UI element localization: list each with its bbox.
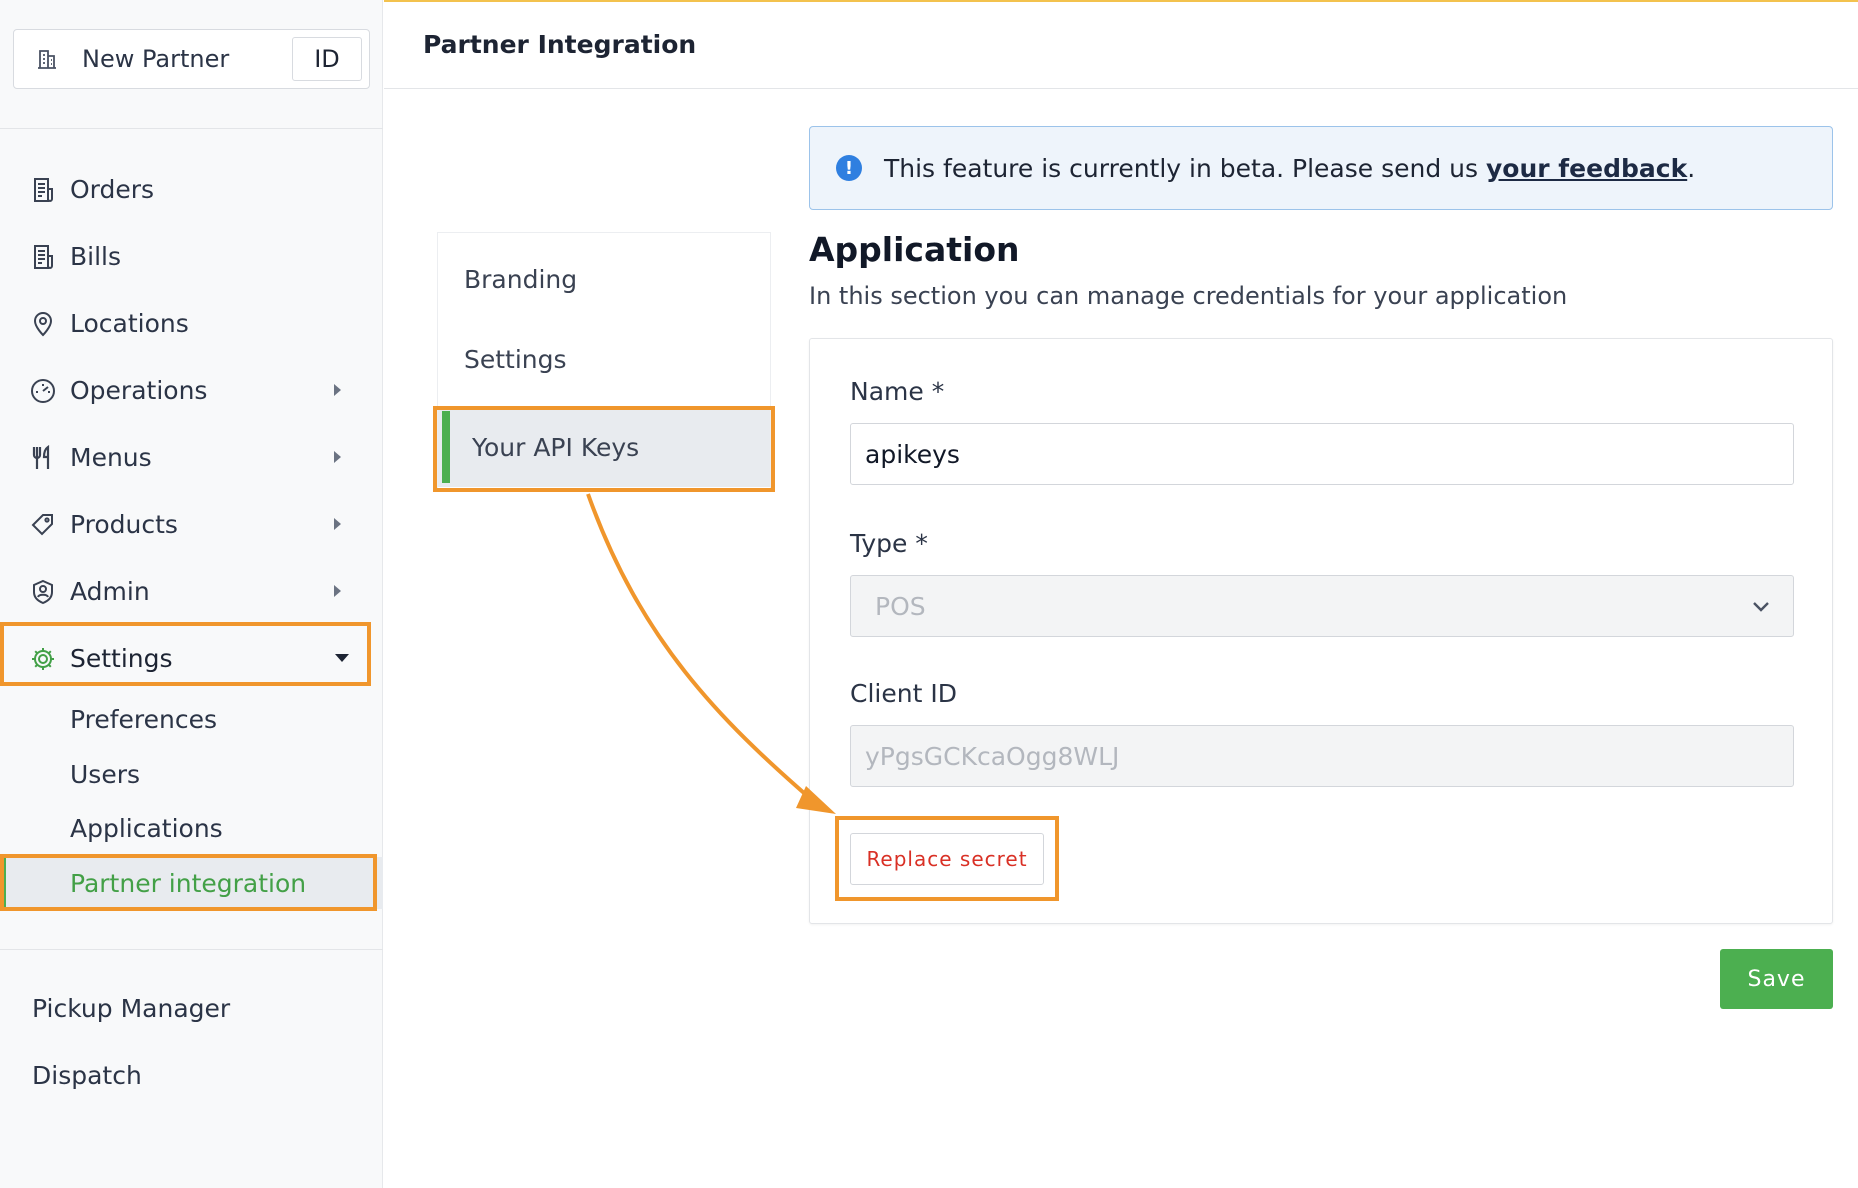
sidebar-item-operations[interactable]: Operations	[0, 357, 383, 423]
tab-label: Settings	[464, 344, 567, 374]
sidebar-item-label: Products	[70, 509, 178, 539]
sidebar-subitem-label: Preferences	[70, 704, 218, 734]
sidebar-item-dispatch[interactable]: Dispatch	[32, 1061, 142, 1090]
sidebar-item-menus[interactable]: Menus	[0, 424, 383, 490]
beta-message: This feature is currently in beta. Pleas…	[884, 154, 1695, 183]
store-code-badge: ID	[292, 37, 362, 81]
sidebar-subitem-users[interactable]: Users	[0, 748, 383, 800]
chevron-right-icon	[334, 585, 341, 597]
sidebar-item-label: Orders	[70, 174, 155, 204]
tab-label: Your API Keys	[472, 432, 640, 462]
sidebar-item-settings[interactable]: Settings	[0, 625, 383, 691]
type-label: Type *	[850, 529, 928, 558]
sidebar-item-label: Menus	[70, 442, 152, 472]
page-title: Partner Integration	[423, 30, 697, 59]
section-description: In this section you can manage credentia…	[809, 282, 1568, 310]
active-indicator	[442, 411, 450, 483]
store-switcher[interactable]: New Partner ID	[13, 29, 370, 89]
replace-secret-button[interactable]: Replace secret	[850, 833, 1044, 885]
tab-label: Branding	[464, 264, 578, 294]
sidebar-divider	[0, 949, 383, 950]
top-header: Partner Integration	[384, 0, 1858, 89]
section-title: Application	[809, 230, 1020, 269]
shield-user-icon	[30, 579, 56, 605]
tab-settings[interactable]: Settings	[438, 319, 770, 399]
beta-notice: ! This feature is currently in beta. Ple…	[809, 126, 1833, 210]
sidebar-item-bills[interactable]: Bills	[0, 223, 383, 289]
chevron-right-icon	[334, 384, 341, 396]
sidebar-item-label: Locations	[70, 308, 189, 338]
fork-knife-icon	[30, 445, 56, 471]
beta-suffix: .	[1687, 153, 1696, 183]
sidebar: New Partner ID Orders Bills Locations Op…	[0, 0, 383, 1188]
sidebar-item-admin[interactable]: Admin	[0, 558, 383, 624]
gauge-icon	[30, 378, 56, 404]
store-name: New Partner	[82, 45, 230, 73]
tag-icon	[30, 512, 56, 538]
sidebar-item-label: Admin	[70, 576, 150, 606]
sidebar-divider	[0, 128, 383, 129]
client-id-label: Client ID	[850, 679, 957, 708]
name-label: Name *	[850, 377, 945, 406]
receipt-icon	[30, 177, 56, 203]
save-button[interactable]: Save	[1720, 949, 1833, 1009]
sidebar-subitem-label: Users	[70, 759, 141, 789]
receipt-icon	[30, 244, 56, 270]
tab-your-api-keys[interactable]: Your API Keys	[438, 407, 770, 487]
type-select-value: POS	[875, 591, 926, 621]
sidebar-item-label: Bills	[70, 241, 122, 271]
sidebar-subitem-label: Applications	[70, 813, 223, 843]
chevron-right-icon	[334, 518, 341, 530]
beta-text: This feature is currently in beta. Pleas…	[884, 153, 1486, 183]
sidebar-item-label: Settings	[70, 643, 173, 673]
sidebar-subitem-preferences[interactable]: Preferences	[0, 693, 383, 745]
sidebar-item-label: Operations	[70, 375, 208, 405]
sidebar-subitem-label: Partner integration	[70, 868, 307, 898]
sidebar-subitem-applications[interactable]: Applications	[0, 802, 383, 854]
type-select[interactable]: POS	[850, 575, 1794, 637]
location-pin-icon	[30, 311, 56, 337]
info-icon: !	[836, 155, 862, 181]
name-input[interactable]	[850, 423, 1794, 485]
sidebar-item-locations[interactable]: Locations	[0, 290, 383, 356]
building-icon	[34, 46, 60, 72]
sidebar-item-products[interactable]: Products	[0, 491, 383, 557]
chevron-right-icon	[334, 451, 341, 463]
chevron-down-icon	[1753, 602, 1769, 612]
section-tabs: Branding Settings Your API Keys	[437, 232, 771, 492]
chevron-down-icon	[335, 654, 349, 662]
sidebar-subitem-partner-integration[interactable]: Partner integration	[0, 857, 383, 909]
application-form-card: Name * Type * POS Client ID Replace secr…	[809, 338, 1833, 924]
gear-icon	[30, 646, 56, 672]
active-indicator	[0, 857, 6, 909]
client-id-input	[850, 725, 1794, 787]
feedback-link[interactable]: your feedback	[1486, 154, 1687, 183]
sidebar-item-pickup-manager[interactable]: Pickup Manager	[32, 994, 230, 1023]
tab-branding[interactable]: Branding	[438, 239, 770, 319]
sidebar-item-orders[interactable]: Orders	[0, 156, 383, 222]
